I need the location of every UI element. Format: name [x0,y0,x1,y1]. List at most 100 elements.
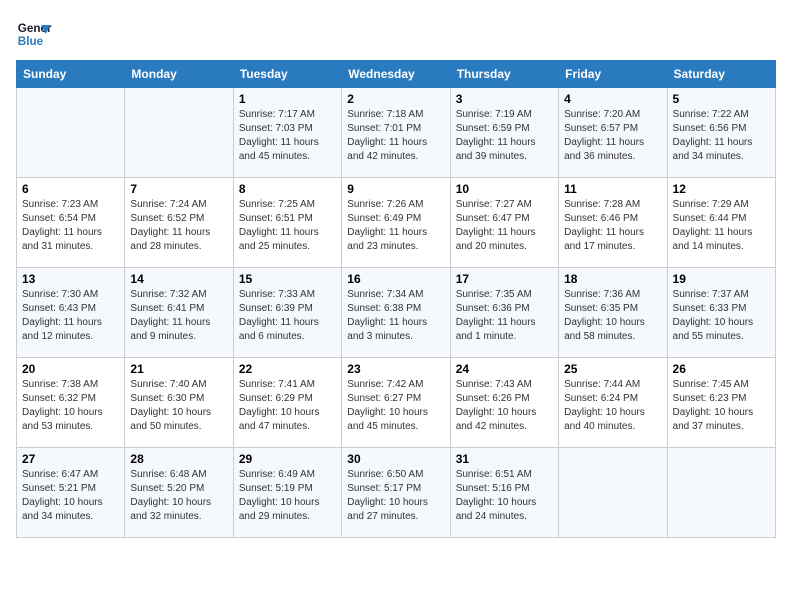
calendar-cell: 25 Sunrise: 7:44 AM Sunset: 6:24 PM Dayli… [559,358,667,448]
day-info: Sunrise: 7:30 AM Sunset: 6:43 PM Dayligh… [22,288,119,344]
calendar-cell [559,448,667,538]
calendar-cell: 17 Sunrise: 7:35 AM Sunset: 6:36 PM Dayli… [450,268,558,358]
weekday-header-thursday: Thursday [450,61,558,88]
day-number: 13 [22,272,119,286]
calendar-cell: 9Sunrise: 7:26 AM Sunset: 6:49 PM Daylig… [342,178,450,268]
day-info: Sunrise: 7:36 AM Sunset: 6:35 PM Dayligh… [564,288,661,344]
calendar-cell: 15 Sunrise: 7:33 AM Sunset: 6:39 PM Dayli… [233,268,341,358]
day-number: 31 [456,452,553,466]
day-number: 26 [673,362,770,376]
day-info: Sunrise: 7:23 AM Sunset: 6:54 PM Dayligh… [22,198,119,254]
day-number: 14 [130,272,227,286]
day-number: 23 [347,362,444,376]
calendar-cell: 1 Sunrise: 7:17 AM Sunset: 7:03 PM Daylig… [233,88,341,178]
day-info: Sunrise: 7:29 AM Sunset: 6:44 PM Dayligh… [673,198,770,254]
day-number: 17 [456,272,553,286]
day-info: Sunrise: 7:32 AM Sunset: 6:41 PM Dayligh… [130,288,227,344]
day-info: Sunrise: 7:38 AM Sunset: 6:32 PM Dayligh… [22,378,119,434]
day-info: Sunrise: 7:40 AM Sunset: 6:30 PM Dayligh… [130,378,227,434]
calendar-cell [667,448,775,538]
calendar-cell: 3 Sunrise: 7:19 AM Sunset: 6:59 PM Daylig… [450,88,558,178]
day-number: 10 [456,182,553,196]
day-number: 1 [239,92,336,106]
calendar-cell: 29Sunrise: 6:49 AM Sunset: 5:19 PM Dayli… [233,448,341,538]
calendar-week-5: 27 Sunrise: 6:47 AM Sunset: 5:21 PM Dayli… [17,448,776,538]
day-info: Sunrise: 7:37 AM Sunset: 6:33 PM Dayligh… [673,288,770,344]
weekday-header-monday: Monday [125,61,233,88]
day-number: 8 [239,182,336,196]
day-info: Sunrise: 7:35 AM Sunset: 6:36 PM Dayligh… [456,288,553,344]
day-info: Sunrise: 7:22 AM Sunset: 6:56 PM Dayligh… [673,108,770,164]
calendar-cell: 7 Sunrise: 7:24 AM Sunset: 6:52 PM Daylig… [125,178,233,268]
day-number: 30 [347,452,444,466]
calendar-cell [125,88,233,178]
day-number: 3 [456,92,553,106]
calendar-cell: 27 Sunrise: 6:47 AM Sunset: 5:21 PM Dayli… [17,448,125,538]
calendar-cell: 10 Sunrise: 7:27 AM Sunset: 6:47 PM Dayli… [450,178,558,268]
weekday-header-wednesday: Wednesday [342,61,450,88]
calendar-cell: 11 Sunrise: 7:28 AM Sunset: 6:46 PM Dayli… [559,178,667,268]
day-info: Sunrise: 7:17 AM Sunset: 7:03 PM Dayligh… [239,108,336,164]
day-number: 29 [239,452,336,466]
day-number: 27 [22,452,119,466]
day-info: Sunrise: 7:45 AM Sunset: 6:23 PM Dayligh… [673,378,770,434]
calendar-week-1: 1 Sunrise: 7:17 AM Sunset: 7:03 PM Daylig… [17,88,776,178]
day-info: Sunrise: 7:33 AM Sunset: 6:39 PM Dayligh… [239,288,336,344]
calendar-cell: 4Sunrise: 7:20 AM Sunset: 6:57 PM Daylig… [559,88,667,178]
page-header: General Blue [16,16,776,52]
day-info: Sunrise: 7:44 AM Sunset: 6:24 PM Dayligh… [564,378,661,434]
day-number: 22 [239,362,336,376]
calendar-cell: 22 Sunrise: 7:41 AM Sunset: 6:29 PM Dayli… [233,358,341,448]
day-info: Sunrise: 7:41 AM Sunset: 6:29 PM Dayligh… [239,378,336,434]
calendar-cell: 26 Sunrise: 7:45 AM Sunset: 6:23 PM Dayli… [667,358,775,448]
day-number: 16 [347,272,444,286]
calendar-week-2: 6 Sunrise: 7:23 AM Sunset: 6:54 PM Daylig… [17,178,776,268]
calendar-cell: 31 Sunrise: 6:51 AM Sunset: 5:16 PM Dayli… [450,448,558,538]
day-number: 19 [673,272,770,286]
calendar-cell: 16Sunrise: 7:34 AM Sunset: 6:38 PM Dayli… [342,268,450,358]
day-info: Sunrise: 7:19 AM Sunset: 6:59 PM Dayligh… [456,108,553,164]
calendar-cell: 24 Sunrise: 7:43 AM Sunset: 6:26 PM Dayli… [450,358,558,448]
day-number: 9 [347,182,444,196]
day-info: Sunrise: 6:48 AM Sunset: 5:20 PM Dayligh… [130,468,227,524]
day-info: Sunrise: 7:43 AM Sunset: 6:26 PM Dayligh… [456,378,553,434]
day-number: 5 [673,92,770,106]
day-number: 18 [564,272,661,286]
weekday-header-sunday: Sunday [17,61,125,88]
day-info: Sunrise: 7:24 AM Sunset: 6:52 PM Dayligh… [130,198,227,254]
calendar-table: SundayMondayTuesdayWednesdayThursdayFrid… [16,60,776,538]
day-number: 25 [564,362,661,376]
weekday-header-saturday: Saturday [667,61,775,88]
calendar-cell: 20Sunrise: 7:38 AM Sunset: 6:32 PM Dayli… [17,358,125,448]
day-info: Sunrise: 7:25 AM Sunset: 6:51 PM Dayligh… [239,198,336,254]
weekday-header-friday: Friday [559,61,667,88]
logo-icon: General Blue [16,16,52,52]
day-number: 21 [130,362,227,376]
day-info: Sunrise: 7:28 AM Sunset: 6:46 PM Dayligh… [564,198,661,254]
calendar-cell [17,88,125,178]
day-number: 7 [130,182,227,196]
day-info: Sunrise: 7:27 AM Sunset: 6:47 PM Dayligh… [456,198,553,254]
day-number: 24 [456,362,553,376]
calendar-cell: 19 Sunrise: 7:37 AM Sunset: 6:33 PM Dayli… [667,268,775,358]
day-number: 15 [239,272,336,286]
calendar-cell: 14 Sunrise: 7:32 AM Sunset: 6:41 PM Dayli… [125,268,233,358]
day-info: Sunrise: 6:47 AM Sunset: 5:21 PM Dayligh… [22,468,119,524]
calendar-week-4: 20Sunrise: 7:38 AM Sunset: 6:32 PM Dayli… [17,358,776,448]
calendar-cell: 28 Sunrise: 6:48 AM Sunset: 5:20 PM Dayli… [125,448,233,538]
calendar-cell: 18 Sunrise: 7:36 AM Sunset: 6:35 PM Dayli… [559,268,667,358]
day-info: Sunrise: 6:50 AM Sunset: 5:17 PM Dayligh… [347,468,444,524]
day-number: 28 [130,452,227,466]
calendar-cell: 23 Sunrise: 7:42 AM Sunset: 6:27 PM Dayli… [342,358,450,448]
calendar-cell: 12Sunrise: 7:29 AM Sunset: 6:44 PM Dayli… [667,178,775,268]
day-info: Sunrise: 7:42 AM Sunset: 6:27 PM Dayligh… [347,378,444,434]
calendar-cell: 2Sunrise: 7:18 AM Sunset: 7:01 PM Daylig… [342,88,450,178]
calendar-week-3: 13 Sunrise: 7:30 AM Sunset: 6:43 PM Dayli… [17,268,776,358]
day-number: 11 [564,182,661,196]
day-number: 6 [22,182,119,196]
day-info: Sunrise: 6:51 AM Sunset: 5:16 PM Dayligh… [456,468,553,524]
logo: General Blue [16,16,52,52]
calendar-cell: 21 Sunrise: 7:40 AM Sunset: 6:30 PM Dayli… [125,358,233,448]
day-number: 2 [347,92,444,106]
weekday-header-tuesday: Tuesday [233,61,341,88]
